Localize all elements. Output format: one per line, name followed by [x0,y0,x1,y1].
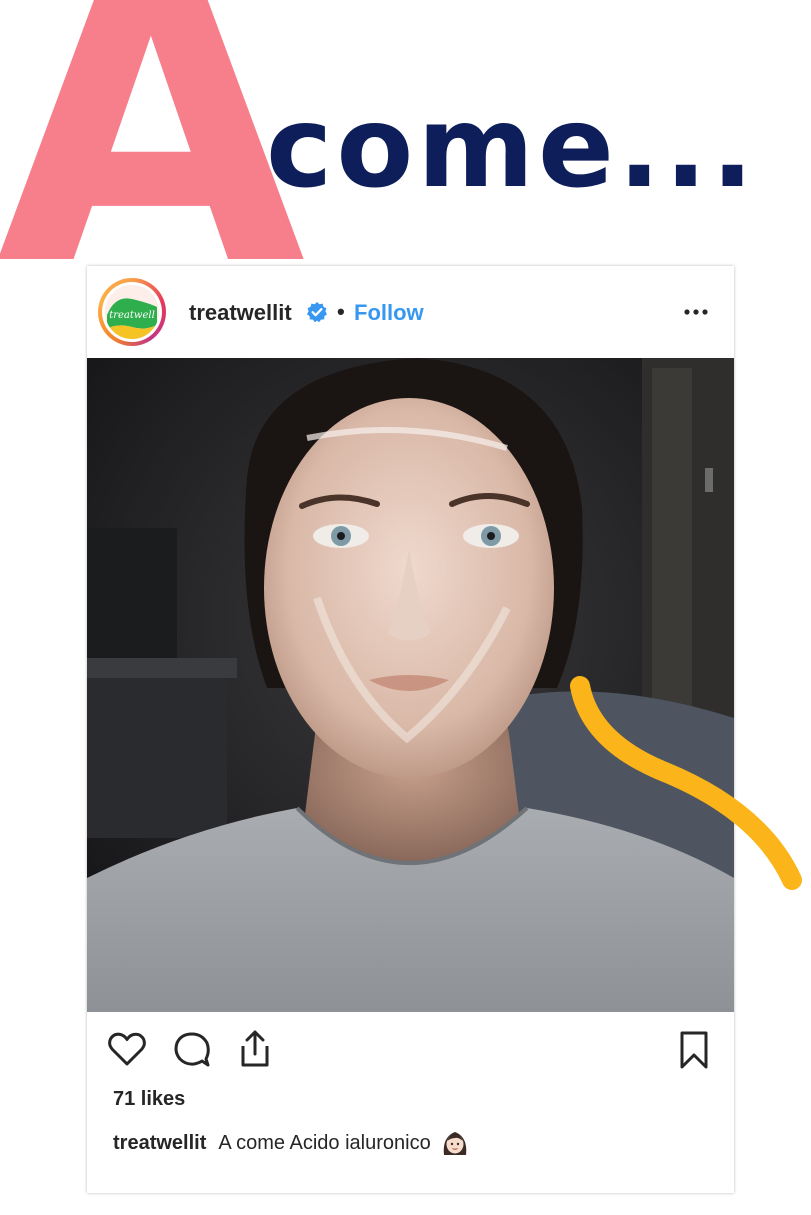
avatar[interactable]: treatwell [98,278,166,346]
follow-button[interactable]: Follow [354,300,424,326]
comment-icon[interactable] [173,1031,211,1074]
caption-text: A come Acido ialuronico [218,1131,431,1154]
avatar-logo-text: treatwell [109,310,155,321]
share-icon[interactable] [237,1028,273,1073]
treatwell-logo: treatwell [105,285,159,339]
post-username[interactable]: treatwellit [189,300,292,326]
heart-icon[interactable] [107,1031,147,1072]
verified-badge-icon [306,301,328,323]
post-header: treatwell treatwellit • Follow [87,266,734,358]
likes-count[interactable]: 71 likes [113,1088,185,1111]
bookmark-icon[interactable] [677,1030,711,1075]
woman-face-emoji [441,1129,469,1157]
headline-word: come... [266,83,758,213]
caption-username[interactable]: treatwellit [113,1132,206,1155]
post-caption: treatwellit A come Acido ialuronico [113,1129,469,1157]
more-options-icon[interactable] [682,304,710,320]
instagram-post-card: treatwell treatwellit • Follow 71 likes … [87,266,734,1193]
page: A come... treatwell treatwellit • Follow… [0,0,811,1215]
separator-dot: • [337,299,345,324]
post-photo[interactable] [87,358,734,1012]
